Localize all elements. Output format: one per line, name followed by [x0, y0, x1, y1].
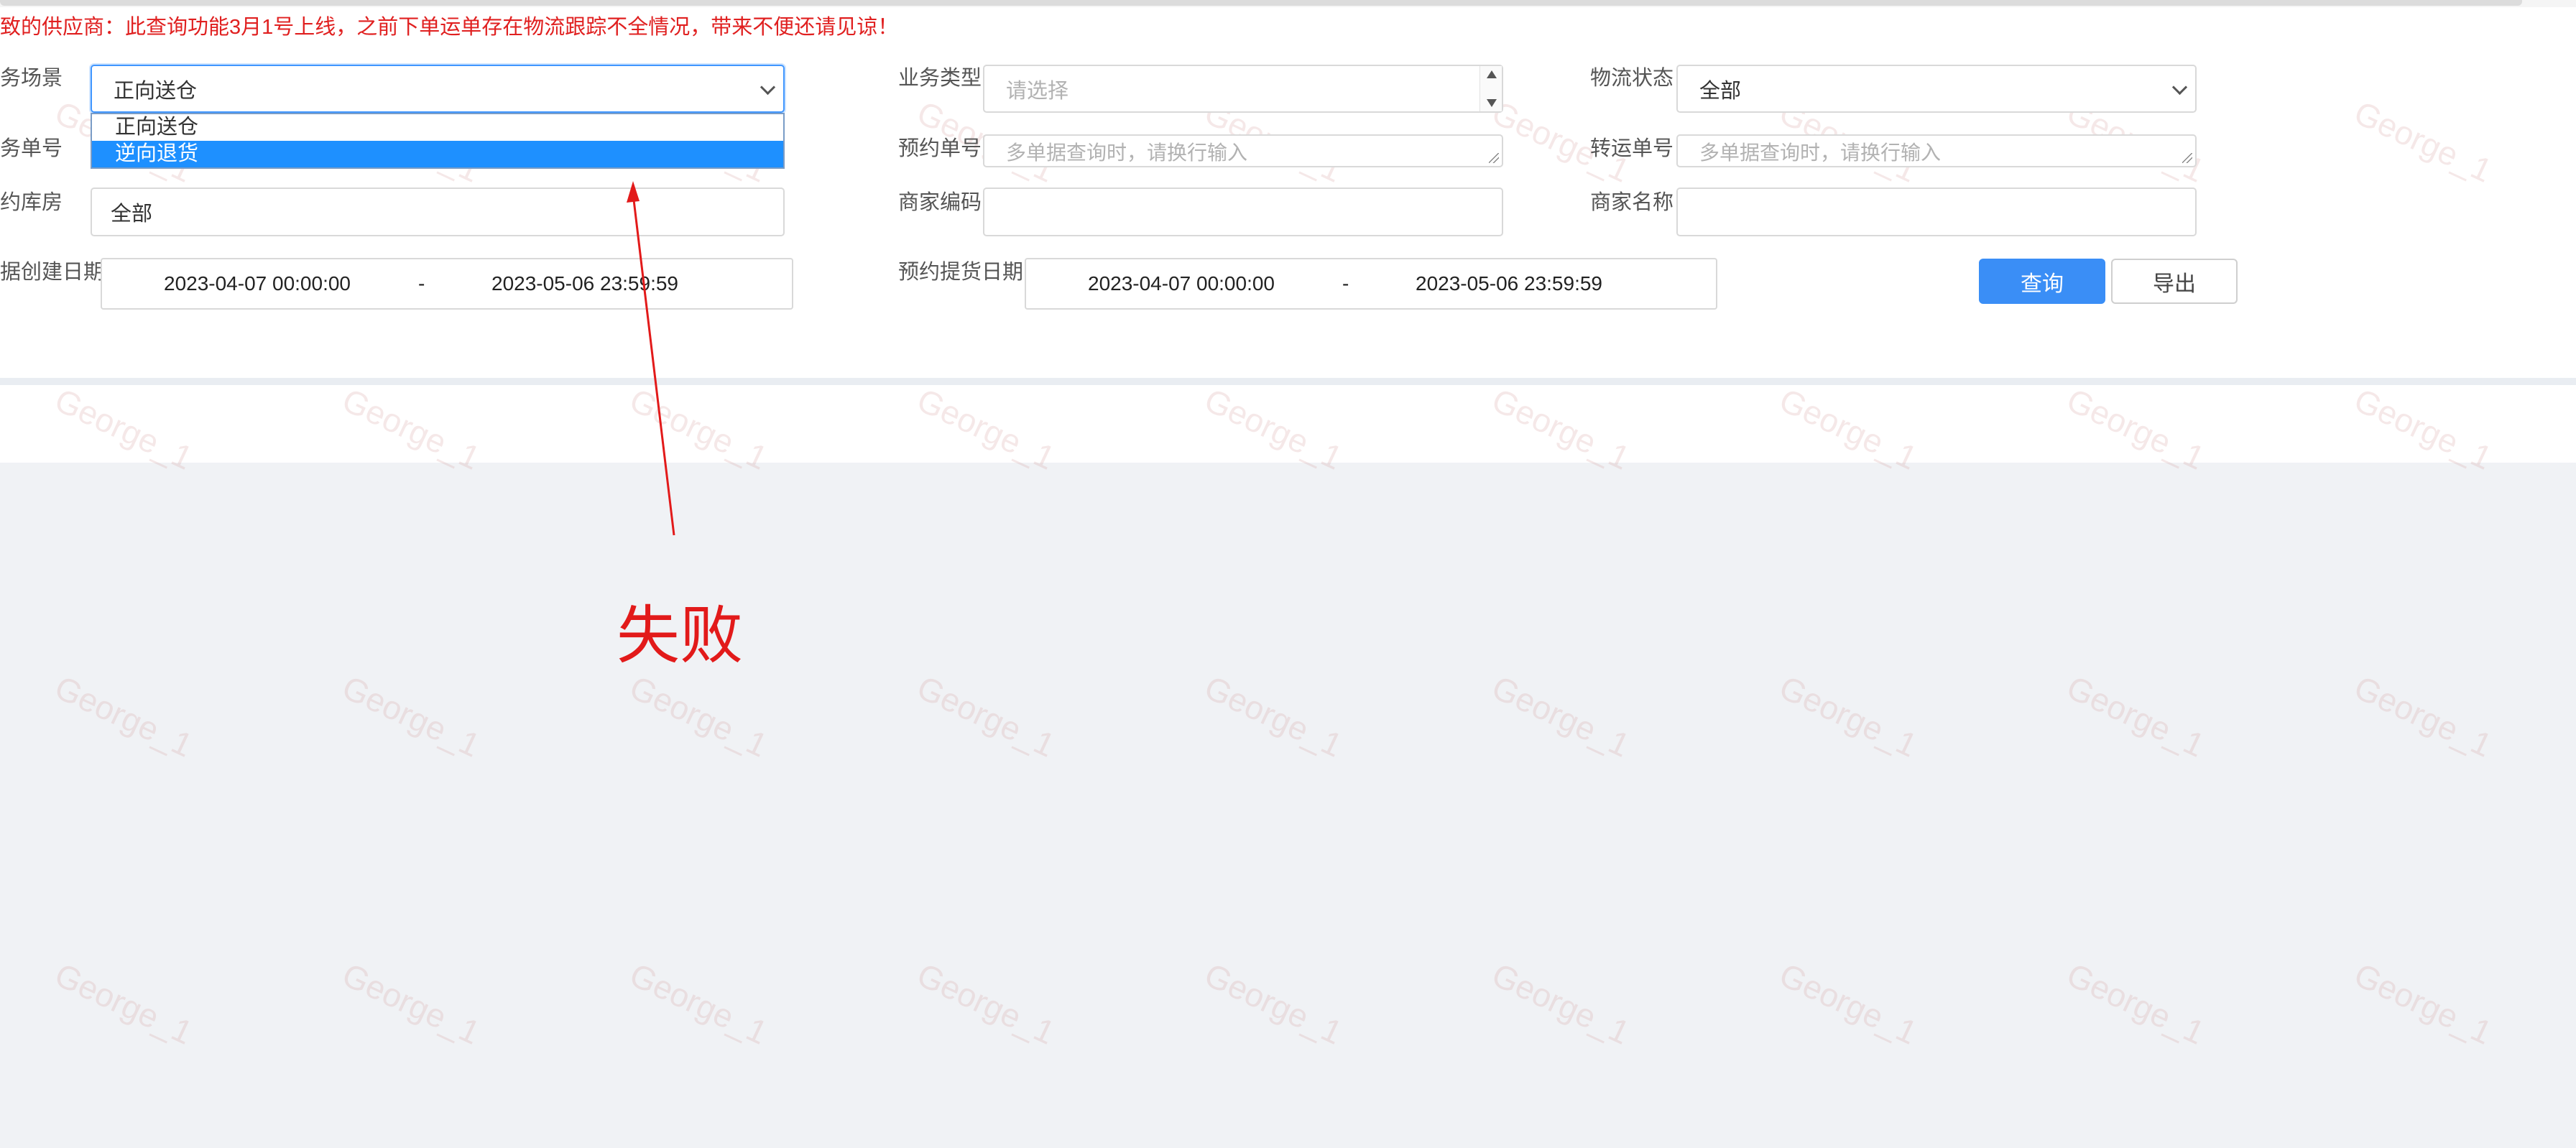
- annotation-label: 失败: [617, 600, 744, 671]
- annotation-arrow: [627, 181, 675, 536]
- annotation-arrow-head: [627, 181, 640, 203]
- annotation-arrow-line: [632, 193, 675, 536]
